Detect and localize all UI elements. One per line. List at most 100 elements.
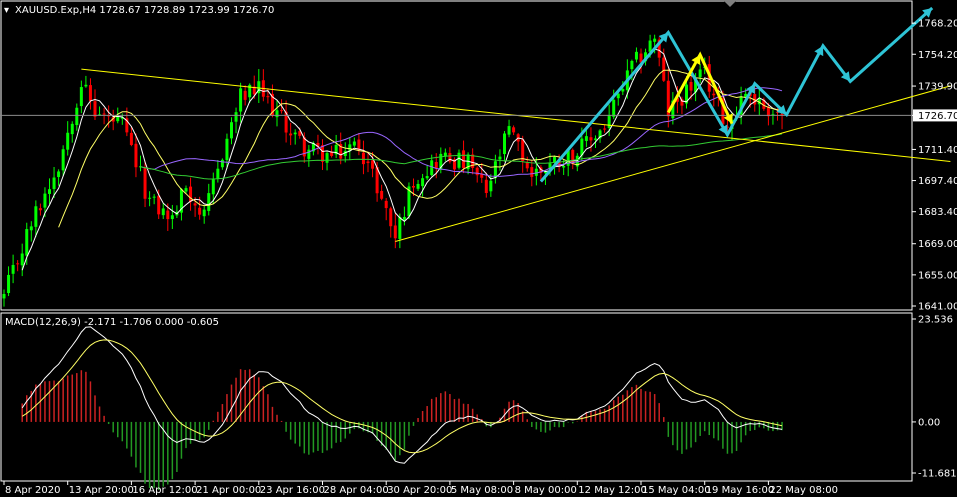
candle-body bbox=[698, 69, 702, 78]
candle-body bbox=[325, 153, 329, 163]
price-tick-label: 1768.20 bbox=[918, 19, 957, 30]
candle-body bbox=[84, 84, 88, 87]
candle-body bbox=[621, 89, 625, 92]
price-tick-label: 1711.40 bbox=[918, 145, 957, 156]
candle-body bbox=[234, 112, 238, 122]
candle-body bbox=[25, 229, 29, 256]
candle-body bbox=[562, 165, 566, 168]
candle-body bbox=[462, 150, 466, 169]
time-tick-label: 30 Apr 20:00 bbox=[387, 485, 452, 496]
candle-body bbox=[398, 217, 402, 239]
price-tick-label: 1697.40 bbox=[918, 176, 957, 187]
candle-body bbox=[484, 179, 488, 194]
candle-body bbox=[712, 93, 716, 96]
macd-tick-label: 0.00 bbox=[918, 417, 940, 428]
time-tick-label: 8 Apr 2020 bbox=[5, 485, 60, 496]
candle-body bbox=[70, 123, 74, 135]
candle-body bbox=[416, 183, 420, 189]
candle-body bbox=[352, 141, 356, 146]
time-tick-label: 23 Apr 16:00 bbox=[260, 485, 325, 496]
candle-body bbox=[321, 145, 324, 162]
candle-body bbox=[11, 264, 15, 274]
candle-body bbox=[211, 179, 215, 195]
time-tick-label: 13 Apr 20:00 bbox=[69, 485, 134, 496]
candle-body bbox=[498, 156, 502, 160]
candle-body bbox=[584, 136, 588, 141]
price-chart[interactable]: 1768.20 1754.20 1739.90 1726.70 1711.40 1697.… bbox=[0, 0, 957, 497]
candle-body bbox=[366, 161, 370, 164]
macd-tick-label: -11.681 bbox=[918, 469, 957, 480]
candle-body bbox=[525, 162, 529, 169]
candle-body bbox=[380, 190, 384, 199]
candle-body bbox=[653, 38, 657, 42]
candle-body bbox=[193, 203, 197, 206]
candle-body bbox=[2, 293, 6, 299]
candle-body bbox=[662, 57, 666, 81]
candle-body bbox=[34, 206, 38, 227]
candle-body bbox=[157, 195, 161, 215]
candle-body bbox=[52, 177, 56, 189]
time-tick-label: 5 May 08:00 bbox=[451, 485, 513, 496]
candle-body bbox=[603, 128, 607, 130]
candle-body bbox=[230, 122, 233, 139]
time-tick-label: 8 May 00:00 bbox=[515, 485, 577, 496]
candle-body bbox=[293, 132, 297, 135]
price-tick-label: 1683.40 bbox=[918, 207, 957, 218]
candle-body bbox=[389, 208, 393, 227]
candle-body bbox=[243, 90, 247, 100]
candle-body bbox=[166, 210, 170, 220]
candle-body bbox=[161, 208, 165, 216]
candle-body bbox=[275, 110, 279, 118]
candle-body bbox=[493, 161, 497, 179]
candle-body bbox=[266, 96, 270, 98]
candle-body bbox=[425, 176, 429, 179]
price-tick-label: 1754.20 bbox=[918, 50, 957, 61]
price-tick-label: 1655.00 bbox=[918, 270, 957, 281]
candle-body bbox=[129, 132, 133, 145]
candle-body bbox=[630, 60, 634, 70]
candle-body bbox=[689, 81, 693, 91]
candle-body bbox=[29, 226, 33, 231]
candle-body bbox=[7, 274, 11, 294]
symbol-arrow-icon: ▾ bbox=[4, 5, 9, 16]
candle-body bbox=[571, 149, 575, 165]
candle-body bbox=[61, 149, 65, 171]
symbol-header: XAUUSD.Exp,H4 1728.67 1728.89 1723.99 17… bbox=[15, 5, 274, 16]
candle-body bbox=[412, 185, 415, 188]
time-tick-label: 15 May 04:00 bbox=[642, 485, 711, 496]
candle-body bbox=[612, 99, 616, 117]
candle-body bbox=[170, 215, 174, 219]
candle-body bbox=[489, 180, 493, 192]
price-tick-label: 1669.00 bbox=[918, 239, 957, 250]
time-tick-label: 16 Apr 12:00 bbox=[132, 485, 197, 496]
candle-body bbox=[184, 188, 188, 192]
candle-body bbox=[475, 167, 479, 176]
candle-body bbox=[634, 51, 638, 60]
candle-body bbox=[580, 138, 584, 156]
candle-body bbox=[225, 138, 229, 161]
candle-body bbox=[93, 101, 97, 117]
candle-body bbox=[75, 107, 79, 126]
price-tick-label: 1726.70 bbox=[918, 111, 957, 122]
candle-body bbox=[16, 263, 20, 265]
candle-body bbox=[207, 193, 211, 211]
time-tick-label: 21 Apr 00:00 bbox=[196, 485, 261, 496]
candle-body bbox=[148, 197, 152, 199]
candle-body bbox=[530, 167, 534, 177]
candle-body bbox=[189, 186, 193, 202]
candle-body bbox=[384, 200, 388, 209]
candle-body bbox=[421, 178, 425, 187]
candle-body bbox=[66, 132, 70, 150]
time-tick-label: 22 May 08:00 bbox=[769, 485, 838, 496]
time-tick-label: 28 Apr 04:00 bbox=[324, 485, 389, 496]
macd-tick-label: 23.536 bbox=[918, 315, 953, 326]
time-tick-label: 19 May 16:00 bbox=[706, 485, 775, 496]
candle-body bbox=[512, 127, 516, 133]
candle-body bbox=[521, 139, 525, 162]
candle-body bbox=[134, 143, 138, 168]
candle-body bbox=[220, 159, 224, 168]
candle-body bbox=[371, 160, 375, 169]
candle-body bbox=[289, 133, 293, 136]
candle-body bbox=[503, 133, 506, 155]
candle-body bbox=[143, 167, 147, 199]
